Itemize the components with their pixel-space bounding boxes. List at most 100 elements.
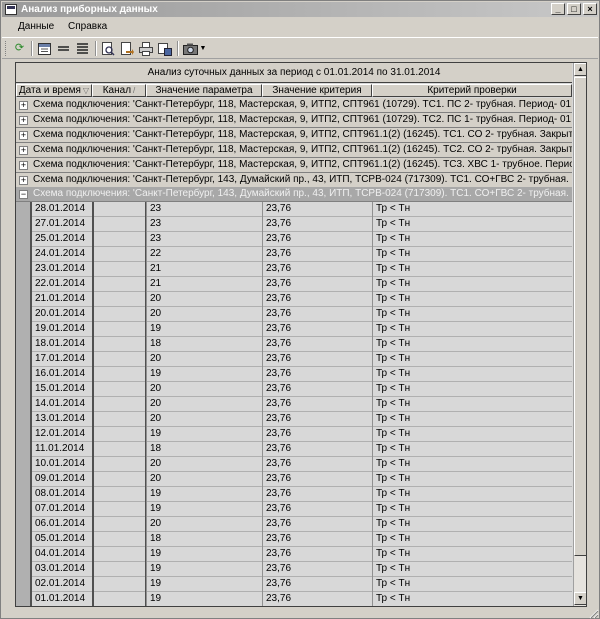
filter-icon[interactable]: /	[133, 86, 135, 95]
table-row[interactable]: 28.01.2014 23 23,76 Тр < Тн	[16, 202, 572, 217]
cell-date[interactable]: 11.01.2014	[30, 442, 92, 457]
cell-criterion[interactable]: Тр < Тн	[372, 202, 572, 217]
cell-channel[interactable]	[92, 532, 146, 547]
cell-channel[interactable]	[92, 412, 146, 427]
cell-channel[interactable]	[92, 247, 146, 262]
cell-channel[interactable]	[92, 487, 146, 502]
cell-channel[interactable]	[92, 502, 146, 517]
scroll-up-button[interactable]: ▲	[574, 63, 586, 76]
column-header-date[interactable]: Дата и время ▽	[16, 84, 92, 97]
menu-help[interactable]: Справка	[68, 21, 107, 32]
cell-value[interactable]: 20	[146, 352, 262, 367]
print-preview-icon[interactable]	[100, 41, 115, 56]
column-header-criterion-value[interactable]: Значение критерия	[262, 84, 372, 97]
table-row[interactable]: 13.01.2014 20 23,76 Тр < Тн	[16, 412, 572, 427]
table-row[interactable]: 15.01.2014 20 23,76 Тр < Тн	[16, 382, 572, 397]
cell-channel[interactable]	[92, 547, 146, 562]
cell-value[interactable]: 20	[146, 472, 262, 487]
table-row[interactable]: 24.01.2014 22 23,76 Тр < Тн	[16, 247, 572, 262]
cell-channel[interactable]	[92, 562, 146, 577]
cell-value[interactable]: 19	[146, 547, 262, 562]
cell-criterion-value[interactable]: 23,76	[262, 592, 372, 606]
cell-criterion[interactable]: Тр < Тн	[372, 292, 572, 307]
cell-date[interactable]: 23.01.2014	[30, 262, 92, 277]
cell-value[interactable]: 19	[146, 487, 262, 502]
cell-channel[interactable]	[92, 322, 146, 337]
table-row[interactable]: 02.01.2014 19 23,76 Тр < Тн	[16, 577, 572, 592]
cell-date[interactable]: 25.01.2014	[30, 232, 92, 247]
group-row[interactable]: + Схема подключения: 'Санкт-Петербург, 1…	[16, 128, 572, 143]
cell-criterion-value[interactable]: 23,76	[262, 502, 372, 517]
group-row[interactable]: + Схема подключения: 'Санкт-Петербург, 1…	[16, 158, 572, 173]
cell-value[interactable]: 20	[146, 307, 262, 322]
cell-criterion-value[interactable]: 23,76	[262, 547, 372, 562]
cell-date[interactable]: 19.01.2014	[30, 322, 92, 337]
cell-channel[interactable]	[92, 202, 146, 217]
cell-value[interactable]: 19	[146, 562, 262, 577]
cell-criterion-value[interactable]: 23,76	[262, 277, 372, 292]
table-row[interactable]: 18.01.2014 18 23,76 Тр < Тн	[16, 337, 572, 352]
cell-date[interactable]: 09.01.2014	[30, 472, 92, 487]
cell-criterion[interactable]: Тр < Тн	[372, 502, 572, 517]
cell-criterion[interactable]: Тр < Тн	[372, 322, 572, 337]
expand-rows-icon[interactable]	[75, 41, 90, 56]
menu-data[interactable]: Данные	[18, 21, 54, 32]
resize-grip-icon[interactable]	[587, 607, 599, 619]
cell-criterion[interactable]: Тр < Тн	[372, 442, 572, 457]
maximize-button[interactable]: □	[567, 3, 581, 15]
scroll-down-button[interactable]: ▼	[574, 592, 586, 605]
cell-value[interactable]: 19	[146, 427, 262, 442]
cell-value[interactable]: 19	[146, 592, 262, 606]
cell-criterion-value[interactable]: 23,76	[262, 457, 372, 472]
table-row[interactable]: 17.01.2014 20 23,76 Тр < Тн	[16, 352, 572, 367]
table-row[interactable]: 22.01.2014 21 23,76 Тр < Тн	[16, 277, 572, 292]
cell-date[interactable]: 16.01.2014	[30, 367, 92, 382]
cell-value[interactable]: 21	[146, 277, 262, 292]
cell-criterion[interactable]: Тр < Тн	[372, 367, 572, 382]
title-bar[interactable]: Анализ приборных данных _ □ ×	[2, 2, 598, 17]
group-row[interactable]: + Схема подключения: 'Санкт-Петербург, 1…	[16, 113, 572, 128]
group-row[interactable]: + Схема подключения: 'Санкт-Петербург, 1…	[16, 173, 572, 188]
cell-date[interactable]: 10.01.2014	[30, 457, 92, 472]
cell-date[interactable]: 17.01.2014	[30, 352, 92, 367]
close-button[interactable]: ×	[583, 3, 597, 15]
cell-date[interactable]: 13.01.2014	[30, 412, 92, 427]
print-icon[interactable]	[138, 41, 153, 56]
export-icon[interactable]	[119, 41, 134, 56]
cell-date[interactable]: 27.01.2014	[30, 217, 92, 232]
column-header-channel[interactable]: Канал /	[92, 84, 146, 97]
table-row[interactable]: 08.01.2014 19 23,76 Тр < Тн	[16, 487, 572, 502]
cell-date[interactable]: 18.01.2014	[30, 337, 92, 352]
cell-date[interactable]: 22.01.2014	[30, 277, 92, 292]
cell-date[interactable]: 01.01.2014	[30, 592, 92, 606]
cell-channel[interactable]	[92, 427, 146, 442]
cell-value[interactable]: 19	[146, 502, 262, 517]
cell-channel[interactable]	[92, 592, 146, 606]
cell-criterion-value[interactable]: 23,76	[262, 247, 372, 262]
cell-criterion[interactable]: Тр < Тн	[372, 592, 572, 606]
cell-value[interactable]: 20	[146, 382, 262, 397]
expand-button[interactable]: +	[19, 131, 28, 140]
cell-criterion[interactable]: Тр < Тн	[372, 307, 572, 322]
cell-date[interactable]: 04.01.2014	[30, 547, 92, 562]
cell-criterion-value[interactable]: 23,76	[262, 382, 372, 397]
expand-button[interactable]: +	[19, 161, 28, 170]
cell-criterion-value[interactable]: 23,76	[262, 322, 372, 337]
cell-criterion-value[interactable]: 23,76	[262, 562, 372, 577]
cell-criterion[interactable]: Тр < Тн	[372, 517, 572, 532]
expand-button[interactable]: +	[19, 101, 28, 110]
cell-criterion[interactable]: Тр < Тн	[372, 352, 572, 367]
refresh-icon[interactable]: ⟳	[12, 41, 27, 56]
settings-icon[interactable]	[157, 41, 172, 56]
table-row[interactable]: 01.01.2014 19 23,76 Тр < Тн	[16, 592, 572, 606]
expand-button[interactable]: +	[19, 116, 28, 125]
cell-value[interactable]: 19	[146, 367, 262, 382]
cell-value[interactable]: 23	[146, 232, 262, 247]
cell-criterion-value[interactable]: 23,76	[262, 442, 372, 457]
collapse-rows-icon[interactable]	[56, 41, 71, 56]
cell-value[interactable]: 18	[146, 442, 262, 457]
cell-criterion[interactable]: Тр < Тн	[372, 382, 572, 397]
cell-criterion[interactable]: Тр < Тн	[372, 472, 572, 487]
collapse-button[interactable]: −	[19, 190, 28, 199]
cell-channel[interactable]	[92, 517, 146, 532]
